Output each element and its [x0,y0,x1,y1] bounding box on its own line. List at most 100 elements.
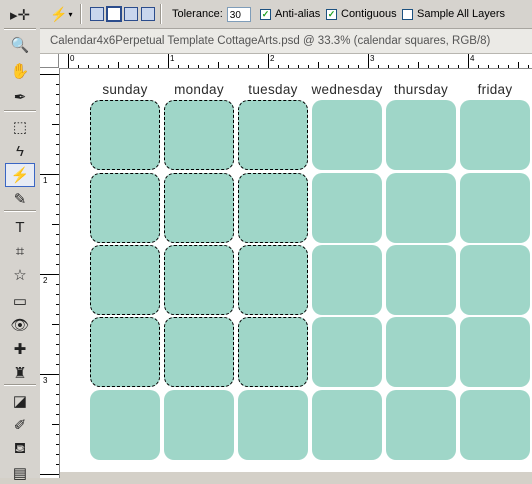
calendar-square[interactable] [460,245,530,315]
add-to-selection-icon[interactable] [106,6,122,22]
shape-tool-icon[interactable]: ☆ [6,264,34,286]
ruler-tick [56,244,59,245]
ruler-tick [378,65,379,68]
ruler-label: 3 [43,376,48,385]
calendar-square-selected[interactable] [164,173,234,243]
calendar-square-selected[interactable] [238,245,308,315]
ruler-tick [528,65,529,68]
ruler-tick [118,62,119,68]
calendar-square[interactable] [312,390,382,460]
brush-tool-icon[interactable]: ✐ [6,414,34,436]
calendar-square[interactable] [312,317,382,387]
tolerance-input[interactable]: 30 [226,6,251,22]
ruler-tick [52,224,59,225]
calendar-square[interactable] [312,100,382,170]
horizontal-ruler[interactable]: 0 1 2 3 4 [59,54,532,69]
calendar-square-selected[interactable] [90,173,160,243]
gradient-tool-icon[interactable]: ▤ [6,462,34,484]
calendar-square[interactable] [312,173,382,243]
ruler-tick [408,65,409,68]
magic-wand-tool-icon[interactable]: ⚡ [5,163,35,187]
ruler-tick [56,354,59,355]
ruler-tick [218,62,219,68]
calendar-square-selected[interactable] [164,317,234,387]
ruler-tick [418,62,419,68]
crop-tool-icon[interactable]: ⌗ [6,240,34,262]
calendar-square-selected[interactable] [90,100,160,170]
day-label-tuesday: tuesday [248,82,298,97]
calendar-square-selected[interactable] [164,100,234,170]
calendar-square[interactable] [460,390,530,460]
anti-alias-checkbox[interactable]: ✓ Anti-alias [260,0,320,28]
calendar-square[interactable] [386,245,456,315]
calendar-square[interactable] [460,317,530,387]
calendar-square[interactable] [312,245,382,315]
ruler-tick [158,65,159,68]
lasso-tool-icon[interactable]: ϟ [6,140,34,162]
marquee-tool-icon[interactable]: ⬚ [6,116,34,138]
sample-all-layers-checkbox[interactable]: Sample All Layers [402,0,505,28]
contiguous-checkbox[interactable]: ✓ Contiguous [326,0,397,28]
ruler-tick [56,164,59,165]
calendar-square[interactable] [460,100,530,170]
calendar-square-selected[interactable] [90,317,160,387]
status-bar [60,472,532,478]
ruler-tick [228,65,229,68]
tolerance-label: Tolerance: [172,8,223,20]
calendar-square-selected[interactable] [238,100,308,170]
ruler-tick [388,65,389,68]
zoom-tool-icon[interactable]: 🔍 [6,34,34,56]
ruler-tick [518,62,519,68]
ruler-tick [56,434,59,435]
calendar-square[interactable] [386,317,456,387]
move-tool-icon[interactable]: ▸✛ [6,4,34,26]
ruler-label: 2 [43,276,48,285]
magic-wand-preset-icon[interactable]: ⚡ ▾ [50,0,72,28]
paint-bucket-tool-icon[interactable]: ⛾ [6,438,34,460]
intersect-selection-icon[interactable] [141,7,155,21]
calendar-square[interactable] [238,390,308,460]
ruler-tick [56,114,59,115]
ruler-tick [428,65,429,68]
ruler-tick [368,54,369,68]
calendar-square-selected[interactable] [90,245,160,315]
ruler-tick [56,444,59,445]
calendar-square[interactable] [460,173,530,243]
ruler-tick [128,65,129,68]
eraser-tool-icon[interactable]: ◪ [6,390,34,412]
ruler-tick [348,65,349,68]
tool-separator [4,210,36,212]
calendar-square[interactable] [386,390,456,460]
ruler-tick [238,65,239,68]
stamp-tool-icon[interactable]: ♜ [6,362,34,384]
calendar-square-selected[interactable] [238,173,308,243]
calendar-square[interactable] [386,100,456,170]
new-selection-icon[interactable] [90,7,104,21]
pencil-tool-icon[interactable]: ✎ [6,188,34,210]
calendar-square-selected[interactable] [164,245,234,315]
ruler-tick [56,104,59,105]
sample-all-layers-label: Sample All Layers [417,8,506,20]
hand-tool-icon[interactable]: ✋ [6,60,34,82]
calendar-square[interactable] [386,173,456,243]
calendar-square[interactable] [90,390,160,460]
subtract-from-selection-icon[interactable] [124,7,138,21]
eyedropper-tool-icon[interactable]: ✒ [6,86,34,108]
day-label-monday: monday [174,82,224,97]
ruler-label: 1 [170,54,175,63]
vertical-ruler[interactable]: 1 2 3 [40,68,60,478]
ruler-tick [56,254,59,255]
tool-separator [4,28,36,30]
monitor-tool-icon[interactable]: ▭ [6,290,34,312]
ruler-tick [56,194,59,195]
red-eye-tool-icon[interactable]: 👁 [6,314,34,336]
healing-brush-tool-icon[interactable]: ✚ [6,338,34,360]
ruler-tick [56,134,59,135]
document-title-bar[interactable]: Calendar4x6Perpetual Template CottageArt… [40,29,532,54]
ruler-origin[interactable] [40,54,59,68]
ruler-tick [138,65,139,68]
calendar-square[interactable] [164,390,234,460]
sample-all-layers-check-icon [402,8,413,20]
calendar-square-selected[interactable] [238,317,308,387]
type-tool-icon[interactable]: T [6,216,34,238]
